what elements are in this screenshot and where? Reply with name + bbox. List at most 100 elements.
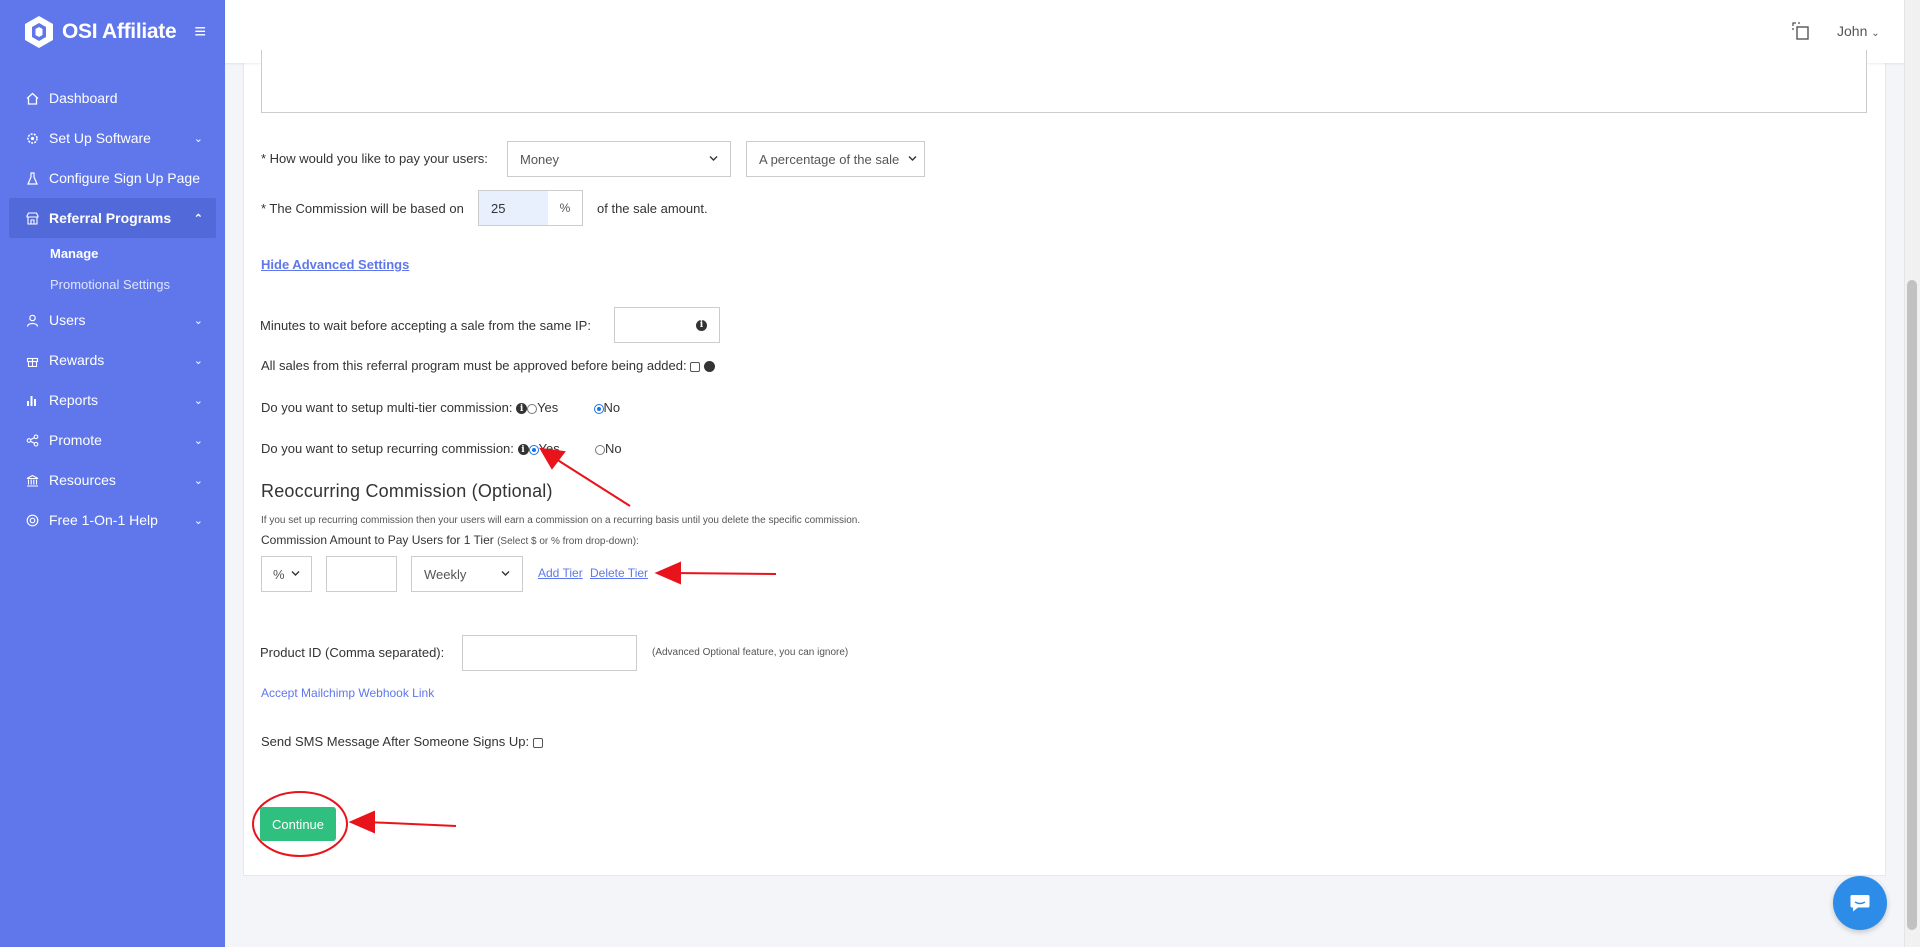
minutes-info[interactable]: i — [684, 307, 720, 343]
user-icon — [25, 313, 39, 327]
sidebar-item-label: Dashboard — [49, 90, 118, 106]
multitier-no-label: No — [603, 400, 621, 415]
sidebar-item-label: Reports — [49, 392, 99, 408]
chevron-down-icon — [908, 156, 917, 161]
sidebar-subitem-promotional-settings[interactable]: Promotional Settings — [0, 269, 225, 300]
delete-tier-link[interactable]: Delete Tier — [590, 566, 648, 580]
commission-label: * The Commission will be based on — [261, 201, 464, 216]
tier-unit-value: % — [273, 566, 285, 582]
recurring-no-label: No — [604, 441, 622, 456]
continue-button[interactable]: Continue — [260, 807, 336, 841]
multitier-no-radio[interactable] — [593, 403, 604, 414]
sidebar-nav: Dashboard Set Up Software ⌄ Configure Si… — [0, 78, 225, 540]
commission-value: 25 — [491, 200, 506, 216]
chevron-down-icon: ⌄ — [193, 354, 203, 367]
chat-button[interactable] — [1833, 876, 1887, 930]
user-name: John — [1837, 23, 1868, 39]
commission-suffix: of the sale amount. — [597, 201, 708, 216]
hamburger-icon[interactable]: ≡ — [194, 21, 206, 44]
sidebar-subitem-manage[interactable]: Manage — [0, 238, 225, 269]
mailchimp-webhook-link[interactable]: Accept Mailchimp Webhook Link — [261, 686, 434, 700]
tier-frequency-value: Weekly — [424, 566, 467, 582]
product-id-label: Product ID (Comma separated): — [260, 645, 445, 660]
recurring-row: Do you want to setup recurring commissio… — [261, 441, 622, 456]
lifebuoy-icon — [25, 513, 39, 527]
sidebar-item-label: Free 1-On-1 Help — [49, 512, 158, 528]
sidebar-item-label: Configure Sign Up Page — [49, 170, 200, 186]
sidebar-item-rewards[interactable]: Rewards ⌄ — [0, 340, 225, 380]
description-textarea[interactable] — [261, 50, 1867, 113]
recurring-yes-radio[interactable] — [528, 444, 539, 455]
product-id-input[interactable] — [462, 635, 637, 671]
sidebar-item-label: Promote — [49, 432, 102, 448]
info-icon: i — [696, 319, 707, 331]
chevron-up-icon: ⌃ — [193, 212, 203, 225]
bank-icon — [25, 473, 39, 487]
chevron-down-icon — [501, 571, 510, 576]
tier-frequency-select[interactable]: Weekly — [411, 556, 523, 592]
form-card — [243, 40, 1886, 876]
scrollbar[interactable] — [1904, 0, 1920, 947]
chat-icon — [1850, 895, 1870, 912]
sidebar-item-promote[interactable]: Promote ⌄ — [0, 420, 225, 460]
sidebar-item-dashboard[interactable]: Dashboard — [0, 78, 225, 118]
chevron-down-icon — [291, 571, 300, 576]
sidebar-item-referral-programs[interactable]: Referral Programs ⌃ — [9, 198, 216, 238]
recurring-label: Do you want to setup recurring commissio… — [261, 441, 514, 456]
chevron-down-icon — [709, 156, 718, 161]
sidebar: OSI Affiliate ≡ Dashboard Set Up Softwar… — [0, 0, 225, 947]
gift-icon — [25, 353, 39, 367]
multitier-row: Do you want to setup multi-tier commissi… — [261, 400, 620, 415]
recurring-no-radio[interactable] — [594, 444, 605, 455]
chevron-down-icon: ⌄ — [193, 132, 203, 145]
sidebar-item-users[interactable]: Users ⌄ — [0, 300, 225, 340]
sidebar-item-label: Resources — [49, 472, 116, 488]
chevron-down-icon: ⌄ — [193, 394, 203, 407]
add-tier-link[interactable]: Add Tier — [538, 566, 583, 580]
sidebar-item-resources[interactable]: Resources ⌄ — [0, 460, 225, 500]
pay-method-value: Money — [520, 151, 560, 167]
user-menu[interactable]: John ⌄ — [1837, 23, 1880, 39]
tier-amount-input[interactable] — [326, 556, 397, 592]
bar-chart-icon — [25, 393, 39, 407]
info-icon[interactable] — [703, 361, 715, 373]
minutes-label: Minutes to wait before accepting a sale … — [260, 318, 591, 333]
sidebar-item-free-help[interactable]: Free 1-On-1 Help ⌄ — [0, 500, 225, 540]
hide-advanced-settings-link[interactable]: Hide Advanced Settings — [261, 257, 409, 272]
minutes-input[interactable] — [614, 307, 685, 343]
hexagon-logo-icon[interactable] — [22, 15, 56, 49]
sms-row: Send SMS Message After Someone Signs Up: — [261, 734, 543, 749]
sidebar-item-reports[interactable]: Reports ⌄ — [0, 380, 225, 420]
chevron-down-icon: ⌄ — [193, 474, 203, 487]
approve-checkbox[interactable] — [690, 361, 701, 372]
multitier-yes-radio[interactable] — [527, 403, 538, 414]
pay-method-label: * How would you like to pay your users: — [261, 151, 488, 166]
chevron-down-icon: ⌄ — [1871, 28, 1880, 39]
fullscreen-icon[interactable] — [1792, 22, 1810, 40]
sidebar-item-label: Users — [49, 312, 86, 328]
multitier-yes-label: Yes — [537, 400, 559, 415]
commission-unit-addon: % — [548, 190, 583, 226]
product-id-hint: (Advanced Optional feature, you can igno… — [652, 647, 849, 658]
commission-input[interactable]: 25 — [478, 190, 549, 226]
scrollbar-thumb[interactable] — [1907, 280, 1917, 930]
home-icon — [25, 91, 39, 105]
approve-label: All sales from this referral program mus… — [261, 358, 687, 373]
pay-method-select[interactable]: Money — [507, 141, 731, 177]
brand: OSI Affiliate ≡ — [0, 0, 225, 64]
chevron-down-icon: ⌄ — [193, 514, 203, 527]
brand-name[interactable]: OSI Affiliate — [62, 20, 177, 44]
sidebar-item-configure-sign-up-page[interactable]: Configure Sign Up Page — [0, 158, 225, 198]
chevron-down-icon: ⌄ — [193, 314, 203, 327]
pay-type-select[interactable]: A percentage of the sale — [746, 141, 925, 177]
tier-unit-select[interactable]: % — [261, 556, 312, 592]
sidebar-item-set-up-software[interactable]: Set Up Software ⌄ — [0, 118, 225, 158]
store-icon — [25, 211, 39, 225]
tier-label: Commission Amount to Pay Users for 1 Tie… — [261, 533, 494, 547]
info-icon[interactable]: i — [517, 444, 529, 456]
sidebar-item-label: Set Up Software — [49, 130, 151, 146]
info-icon[interactable]: i — [516, 403, 528, 415]
recurring-section-title: Reoccurring Commission (Optional) — [261, 481, 553, 501]
sms-checkbox[interactable] — [532, 737, 543, 748]
sms-label: Send SMS Message After Someone Signs Up: — [261, 734, 530, 749]
